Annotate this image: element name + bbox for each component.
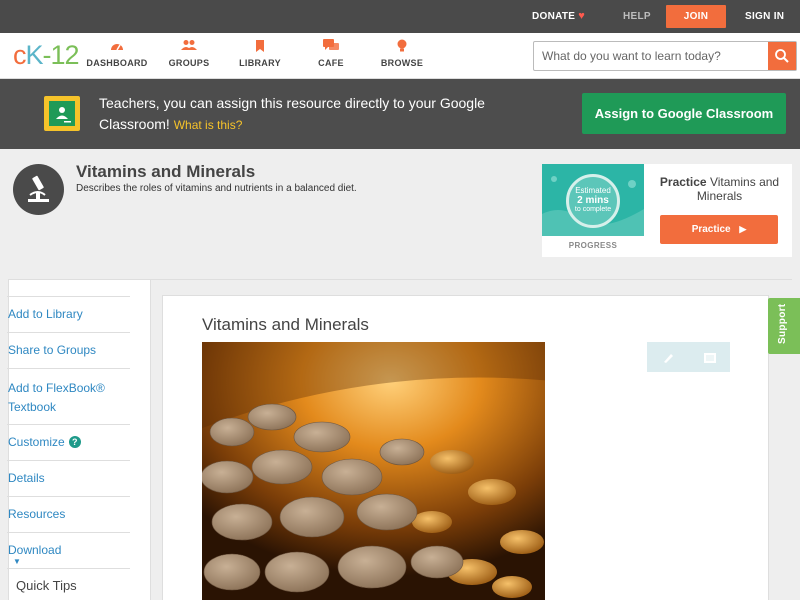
heart-icon: ♥	[578, 10, 586, 22]
practice-title-rest: Vitamins and Minerals	[696, 175, 780, 203]
content-tools-panel	[647, 342, 730, 372]
add-to-library-label: Add to Library	[8, 307, 83, 321]
main-nav: cK-12 DASHBOARD GROUPS LIBRARY CAFE BROW…	[0, 33, 800, 79]
chevron-right-icon: ▶	[739, 224, 747, 234]
concept-description: Describes the roles of vitamins and nutr…	[76, 183, 357, 194]
nav-library-label: LIBRARY	[239, 58, 281, 68]
dashboard-icon	[77, 39, 157, 55]
share-to-groups-label: Share to Groups	[8, 343, 97, 357]
practice-title-bold: Practice	[659, 175, 707, 189]
progress-graphic: Estimated 2 mins to complete	[542, 164, 644, 236]
google-classroom-banner: Teachers, you can assign this resource d…	[0, 79, 800, 149]
download-label: Download	[8, 543, 62, 557]
nav-groups-label: GROUPS	[168, 58, 210, 68]
progress-label: PROGRESS	[568, 241, 618, 250]
ck12-logo[interactable]: cK-12	[13, 40, 80, 70]
nav-cafe[interactable]: CAFE	[291, 39, 371, 68]
donate-link[interactable]: DONATE ♥	[532, 0, 585, 33]
banner-text: Teachers, you can assign this resource d…	[99, 95, 485, 132]
nav-browse[interactable]: BROWSE	[362, 39, 442, 68]
donate-label: DONATE	[532, 11, 576, 22]
quick-tips-heading[interactable]: Quick Tips	[16, 578, 77, 593]
logo-number: 12	[50, 40, 80, 70]
share-to-groups-link[interactable]: Share to Groups	[7, 332, 130, 368]
what-is-this-link[interactable]: What is this?	[174, 118, 243, 132]
search-input[interactable]	[534, 42, 768, 70]
banner-message: Teachers, you can assign this resource d…	[99, 93, 499, 136]
nav-cafe-label: CAFE	[318, 58, 344, 68]
nav-dashboard-label: DASHBOARD	[86, 58, 148, 68]
microscope-icon	[13, 164, 64, 215]
annotate-button[interactable]	[647, 342, 688, 372]
notes-button[interactable]	[689, 342, 730, 372]
nav-dashboard[interactable]: DASHBOARD	[77, 39, 157, 68]
top-utility-bar: DONATE ♥ HELP JOIN SIGN IN	[0, 0, 800, 33]
progress-to-complete: to complete	[574, 206, 612, 213]
logo-dash: -	[42, 40, 52, 70]
add-to-library-link[interactable]: Add to Library	[7, 296, 130, 332]
nav-library[interactable]: LIBRARY	[220, 39, 300, 68]
textbook-label: Textbook	[8, 400, 57, 414]
details-link[interactable]: Details	[7, 460, 130, 496]
notes-icon	[703, 353, 716, 364]
cafe-icon	[291, 39, 371, 55]
pencil-icon	[663, 354, 673, 364]
nav-groups[interactable]: GROUPS	[149, 39, 229, 68]
groups-icon	[149, 39, 229, 55]
add-to-flexbook-label: Add to FlexBook®	[8, 381, 105, 395]
add-to-flexbook-link[interactable]: Add to FlexBook® Textbook	[7, 368, 130, 424]
sidebar-divider	[7, 568, 130, 570]
support-tab[interactable]: Support	[768, 298, 800, 354]
assign-to-google-classroom-button[interactable]: Assign to Google Classroom	[582, 93, 786, 134]
browse-icon	[362, 39, 442, 55]
sign-in-link[interactable]: SIGN IN	[745, 0, 784, 33]
resources-label: Resources	[8, 507, 66, 521]
progress-estimate-badge: Estimated 2 mins to complete	[566, 174, 620, 228]
content-title: Vitamins and Minerals	[202, 315, 369, 334]
customize-label: Customize	[8, 435, 65, 449]
help-link[interactable]: HELP	[623, 0, 651, 33]
logo-letter-c: c	[13, 40, 26, 70]
join-button[interactable]: JOIN	[666, 5, 726, 28]
caret-down-icon: ▼	[13, 557, 21, 566]
concept-title: Vitamins and Minerals	[76, 162, 256, 181]
help-icon[interactable]: ?	[68, 436, 81, 448]
practice-card: Estimated 2 mins to complete PROGRESS Pr…	[542, 164, 792, 257]
practice-title: Practice Vitamins and Minerals	[652, 175, 787, 203]
details-label: Details	[8, 471, 45, 485]
search-icon	[775, 49, 789, 63]
resources-link[interactable]: Resources	[7, 496, 130, 532]
customize-link[interactable]: Customize?	[7, 424, 130, 460]
practice-button[interactable]: Practice ▶	[660, 215, 778, 244]
search-button[interactable]	[768, 42, 796, 70]
library-icon	[220, 39, 300, 55]
practice-button-label: Practice	[691, 224, 731, 235]
nav-browse-label: BROWSE	[380, 58, 424, 68]
download-link[interactable]: Download ▼	[7, 532, 130, 568]
vitamins-photo	[202, 342, 545, 600]
support-label: Support	[777, 303, 788, 344]
progress-time: 2 mins	[577, 195, 609, 206]
progress-estimated: Estimated	[575, 186, 611, 195]
google-classroom-icon	[44, 96, 80, 131]
search-box	[533, 41, 797, 71]
logo-letter-k: K	[25, 40, 44, 70]
